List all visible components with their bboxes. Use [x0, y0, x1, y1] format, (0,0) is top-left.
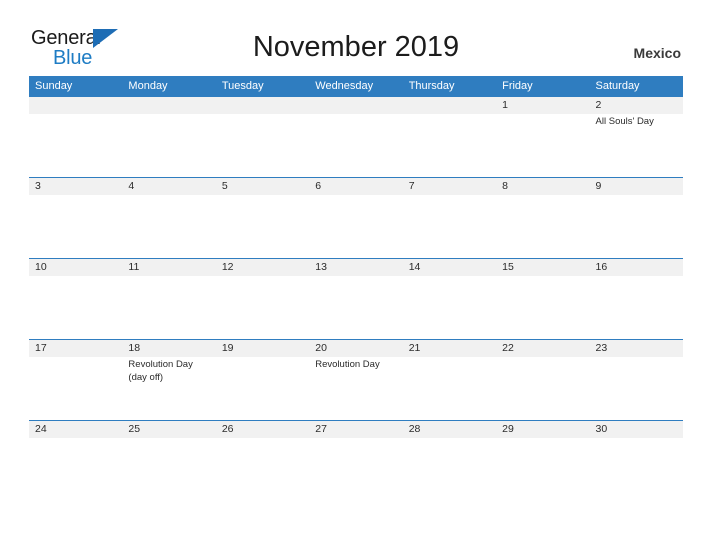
day-cell[interactable]: 15 [496, 259, 589, 339]
day-cell-empty [309, 97, 402, 177]
calendar-week-row: 1 2 All Souls' Day [29, 97, 683, 177]
day-number: 16 [595, 261, 608, 273]
day-number: 25 [128, 423, 141, 435]
calendar-page: General Blue November 2019 Mexico Sunday… [0, 0, 712, 550]
day-number: 30 [595, 423, 608, 435]
weekday-header-wednesday: Wednesday [315, 80, 374, 92]
day-cell[interactable]: 20 Revolution Day [309, 340, 402, 420]
calendar-week-row: 3 4 5 6 7 8 9 [29, 177, 683, 258]
day-cell[interactable]: 21 [403, 340, 496, 420]
day-number [35, 97, 117, 114]
day-cell-empty [122, 97, 215, 177]
day-cell[interactable]: 1 [496, 97, 589, 177]
day-number: 19 [221, 342, 234, 354]
day-number: 9 [595, 180, 602, 192]
day-cell[interactable]: 3 [29, 178, 122, 258]
day-number: 13 [315, 261, 327, 273]
day-cell[interactable]: 2 All Souls' Day [590, 97, 683, 177]
country-label: Mexico [633, 45, 681, 61]
day-number [409, 97, 491, 114]
day-number: 11 [128, 261, 140, 273]
day-cell[interactable]: 29 [496, 421, 589, 501]
weekday-header-thursday: Thursday [408, 80, 455, 92]
day-number: 7 [408, 180, 415, 192]
day-number: 27 [315, 423, 327, 435]
day-cell[interactable]: 24 [29, 421, 122, 501]
day-number: 6 [315, 180, 322, 192]
day-number: 10 [35, 261, 47, 273]
day-cell[interactable]: 28 [403, 421, 496, 501]
weekday-header-monday: Monday [128, 80, 168, 92]
day-number [315, 97, 397, 114]
weekday-header-saturday: Saturday [595, 80, 640, 92]
week-cells: 10 11 12 13 14 15 16 [29, 259, 683, 339]
day-cell[interactable]: 11 [122, 259, 215, 339]
weekday-header-sunday: Sunday [35, 80, 73, 92]
day-number: 8 [502, 180, 508, 192]
day-number: 26 [221, 423, 234, 435]
day-number: 5 [221, 180, 228, 192]
day-cell[interactable]: 6 [309, 178, 402, 258]
week-cells: 3 4 5 6 7 8 9 [29, 178, 683, 258]
day-number [128, 97, 210, 114]
day-cell[interactable]: 5 [216, 178, 309, 258]
day-cell[interactable]: 4 [122, 178, 215, 258]
day-cell-empty [403, 97, 496, 177]
week-cells: 1 2 All Souls' Day [29, 97, 683, 177]
day-number: 29 [502, 423, 514, 435]
day-number [222, 97, 304, 114]
day-cell[interactable]: 22 [496, 340, 589, 420]
weekday-header-friday: Friday [502, 80, 533, 92]
day-cell[interactable]: 8 [496, 178, 589, 258]
weekday-header-row: Sunday Monday Tuesday Wednesday Thursday Frid… [29, 76, 683, 97]
day-number: 21 [408, 342, 421, 354]
calendar-grid: Sunday Monday Tuesday Wednesday Thursday Frid… [29, 76, 683, 501]
day-cell-empty [216, 97, 309, 177]
day-cell[interactable]: 7 [403, 178, 496, 258]
day-number: 17 [35, 342, 47, 354]
page-title: November 2019 [252, 31, 460, 63]
week-cells: 17 18 Revolution Day (day off) 19 20 Revoluti… [29, 340, 683, 420]
day-number: 18 [128, 342, 141, 354]
day-number: 14 [408, 261, 421, 273]
day-number: 20 [315, 342, 327, 354]
day-event-label: All Souls' Day [595, 116, 654, 127]
day-number: 3 [35, 180, 41, 192]
day-number: 12 [221, 261, 234, 273]
weekday-header-tuesday: Tuesday [221, 80, 264, 92]
day-cell[interactable]: 16 [590, 259, 683, 339]
day-number: 1 [502, 99, 508, 111]
day-cell[interactable]: 10 [29, 259, 122, 339]
day-cell[interactable]: 12 [216, 259, 309, 339]
day-cell[interactable]: 18 Revolution Day (day off) [122, 340, 215, 420]
day-cell[interactable]: 25 [122, 421, 215, 501]
calendar-week-row: 10 11 12 13 14 15 16 [29, 258, 683, 339]
day-cell[interactable]: 27 [309, 421, 402, 501]
day-number: 28 [408, 423, 421, 435]
day-cell[interactable]: 9 [590, 178, 683, 258]
day-event-label: Revolution Day [315, 359, 380, 370]
day-number: 2 [595, 99, 602, 111]
day-cell[interactable]: 17 [29, 340, 122, 420]
day-number: 4 [128, 180, 135, 192]
calendar-week-row: 24 25 26 27 28 29 30 [29, 420, 683, 501]
day-number: 24 [35, 423, 47, 435]
day-number: 22 [502, 342, 514, 354]
day-cell[interactable]: 30 [590, 421, 683, 501]
page-header: General Blue November 2019 Mexico [0, 0, 712, 76]
day-cell-empty [29, 97, 122, 177]
day-number: 23 [595, 342, 608, 354]
day-cell[interactable]: 26 [216, 421, 309, 501]
day-cell[interactable]: 19 [216, 340, 309, 420]
week-cells: 24 25 26 27 28 29 30 [29, 421, 683, 501]
day-cell[interactable]: 23 [590, 340, 683, 420]
calendar-weeks: 1 2 All Souls' Day 3 4 5 6 7 8 9 10 11 12 13 14 15 16 17 1… [29, 97, 683, 501]
calendar-week-row: 17 18 Revolution Day (day off) 19 20 Revoluti… [29, 339, 683, 420]
day-cell[interactable]: 14 [403, 259, 496, 339]
day-number: 15 [502, 261, 514, 273]
day-cell[interactable]: 13 [309, 259, 402, 339]
day-event-label: Revolution Day (day off) [128, 359, 193, 383]
